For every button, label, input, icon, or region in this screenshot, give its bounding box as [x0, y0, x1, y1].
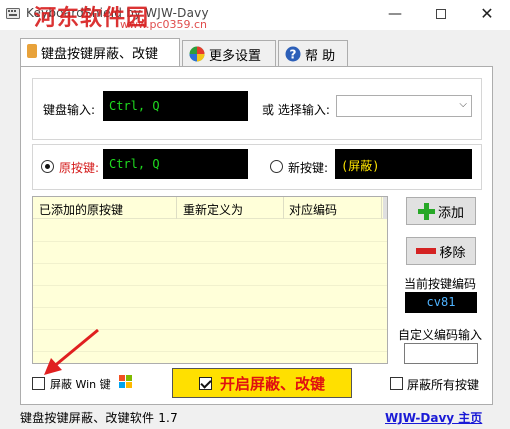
column-divider: [176, 197, 177, 219]
column-header-code[interactable]: 对应编码: [289, 201, 337, 218]
current-code-label: 当前按键编码: [404, 277, 477, 291]
tab-more-settings[interactable]: 更多设置: [182, 40, 276, 66]
keyboard-icon: [27, 44, 37, 58]
custom-code-label: 自定义编码输入: [398, 328, 483, 342]
add-button-label: 添加: [437, 205, 464, 221]
start-block-button[interactable]: 开启屏蔽、改键: [172, 368, 352, 398]
remove-button[interactable]: 移除: [406, 237, 476, 265]
settings-globe-icon: [189, 46, 205, 62]
tab-help[interactable]: ? 帮 助: [278, 40, 348, 66]
key-select-dropdown[interactable]: ⌵: [336, 95, 472, 117]
start-button-label: 开启屏蔽、改键: [219, 374, 325, 393]
header-scroll-stub: [383, 197, 387, 219]
close-button[interactable]: ✕: [464, 0, 510, 30]
minus-icon: [416, 248, 437, 254]
list-header: 已添加的原按键 重新定义为 对应编码: [33, 197, 387, 219]
app-keyboard-icon: [6, 8, 20, 19]
keyboard-input-label: 键盘输入:: [43, 103, 96, 117]
column-header-redefined[interactable]: 重新定义为: [183, 201, 243, 218]
current-code-display: cv81: [405, 292, 477, 313]
new-key-field[interactable]: (屏蔽): [335, 149, 472, 179]
block-win-checkbox[interactable]: [32, 377, 45, 390]
list-gridline: [33, 263, 387, 264]
status-bar: 键盘按键屏蔽、改键软件 1.7 WJW-Davy 主页: [0, 405, 510, 429]
original-key-field[interactable]: Ctrl, Q: [103, 149, 248, 179]
homepage-link[interactable]: WJW-Davy 主页: [385, 409, 482, 426]
column-divider: [381, 197, 382, 219]
block-all-checkbox[interactable]: [390, 377, 403, 390]
list-gridline: [33, 241, 387, 242]
chevron-down-icon: ⌵: [459, 99, 467, 110]
tab-label: 帮 助: [305, 49, 336, 64]
tab-keyboard-block[interactable]: 键盘按键屏蔽、改键: [20, 38, 180, 66]
block-win-label[interactable]: 屏蔽 Win 键: [50, 376, 111, 392]
keyboard-input-field[interactable]: Ctrl, Q: [103, 91, 248, 121]
tab-label: 更多设置: [209, 49, 262, 64]
plus-icon: [417, 202, 435, 220]
or-select-label: 或 选择输入:: [262, 103, 330, 117]
windows-logo-icon: [119, 375, 133, 389]
list-gridline: [33, 307, 387, 308]
column-header-original[interactable]: 已添加的原按键: [39, 201, 123, 218]
remove-button-label: 移除: [439, 245, 466, 261]
custom-code-input[interactable]: [404, 343, 478, 364]
list-gridline: [33, 285, 387, 286]
svg-text:?: ?: [290, 48, 297, 62]
watermark-url: www.pc0359.cn: [120, 18, 208, 31]
original-key-radio[interactable]: [41, 160, 54, 173]
help-icon: ?: [285, 46, 301, 62]
version-text: 键盘按键屏蔽、改键软件 1.7: [20, 411, 178, 425]
maximize-button[interactable]: [418, 0, 464, 30]
original-key-label: 原按键:: [59, 161, 100, 175]
column-divider: [283, 197, 284, 219]
new-key-label: 新按键:: [288, 161, 329, 175]
start-checkbox-icon: [198, 376, 212, 390]
maximize-icon: [436, 9, 446, 19]
new-key-radio[interactable]: [270, 160, 283, 173]
keyboard-input-group: 键盘输入: Ctrl, Q 或 选择输入: ⌵: [32, 78, 482, 140]
add-button[interactable]: 添加: [406, 197, 476, 225]
block-all-label[interactable]: 屏蔽所有按键: [407, 376, 479, 393]
tab-label: 键盘按键屏蔽、改键: [41, 47, 159, 62]
title-bar: KeyboardShield by WJW-Davy 河东软件园 www.pc0…: [0, 0, 510, 31]
minimize-button[interactable]: —: [372, 0, 418, 30]
key-mapping-group: 原按键: Ctrl, Q 新按键: (屏蔽): [32, 144, 482, 190]
annotation-arrow-icon: [44, 328, 99, 375]
